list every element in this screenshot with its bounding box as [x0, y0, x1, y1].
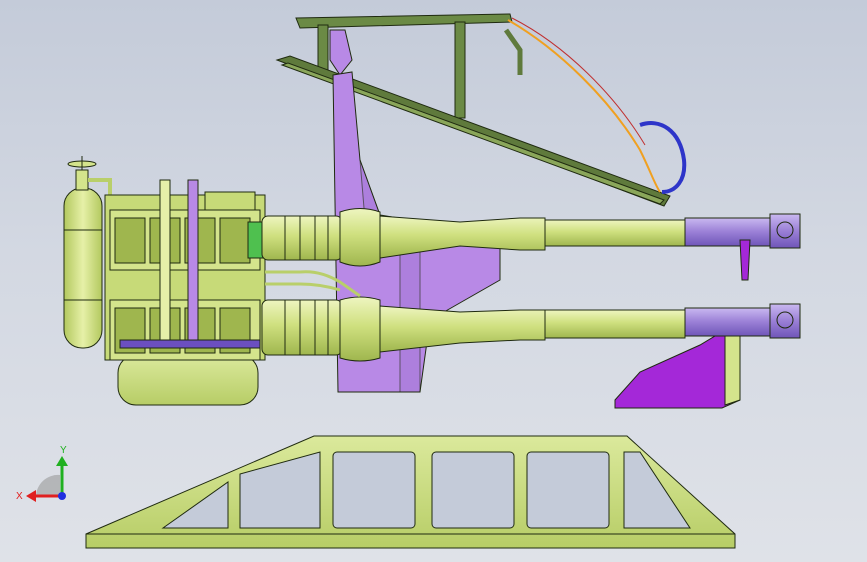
coordinate-triad-icon — [26, 456, 68, 502]
breech-block[interactable] — [104, 179, 267, 406]
assembly-model-view[interactable]: Y X — [0, 0, 867, 562]
cable-bundle[interactable] — [503, 17, 687, 194]
triad-y-label: Y — [60, 445, 67, 456]
side-bracket[interactable] — [614, 329, 741, 409]
gas-cylinder[interactable] — [63, 156, 112, 349]
triad-x-label: X — [16, 491, 23, 502]
cad-viewport[interactable]: Y X — [0, 0, 867, 562]
base-frame[interactable] — [85, 435, 736, 549]
coordinate-triad: Y X — [16, 445, 68, 502]
